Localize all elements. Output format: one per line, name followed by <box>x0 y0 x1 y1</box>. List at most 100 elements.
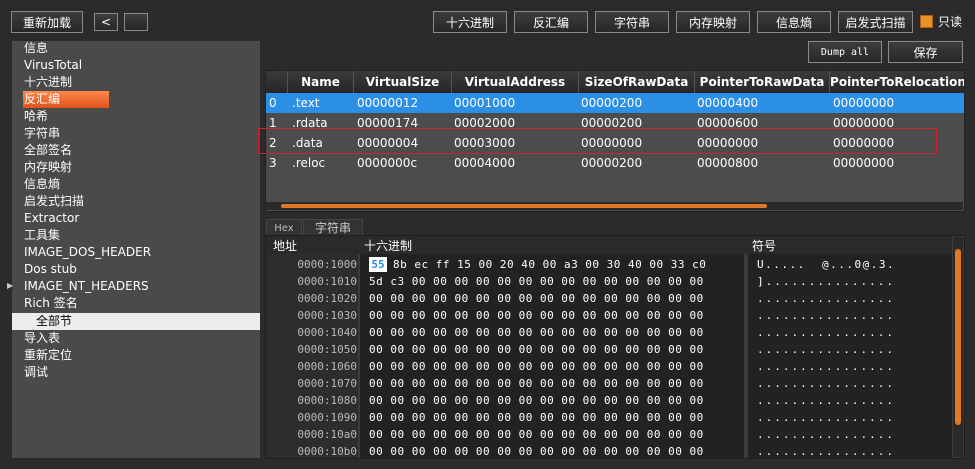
hex-row[interactable]: 00 00 00 00 00 00 00 00 00 00 00 00 00 0… <box>369 307 704 324</box>
tab-strings[interactable]: 字符串 <box>595 11 669 33</box>
hex-row[interactable]: 00 00 00 00 00 00 00 00 00 00 00 00 00 0… <box>369 443 704 460</box>
sidebar-item-hex[interactable]: 十六进制 <box>23 74 72 91</box>
address-header: 地址 <box>273 239 298 253</box>
column-header-virtualaddress[interactable]: VirtualAddress <box>452 71 579 93</box>
sidebar-item-heuristic-scan[interactable]: 启发式扫描 <box>23 193 84 210</box>
address-cell: 0000:1060 <box>297 360 357 373</box>
symbol-row[interactable]: ................ <box>757 409 895 426</box>
address-cell: 0000:1030 <box>297 309 357 322</box>
tab-hex-view[interactable]: Hex <box>266 219 302 236</box>
symbol-row[interactable]: ................ <box>757 290 895 307</box>
table-cell: 00000400 <box>697 96 759 110</box>
hex-cursor-byte[interactable]: 55 <box>369 257 387 272</box>
sidebar-item-sections[interactable]: 全部节 <box>12 313 260 330</box>
hex-row[interactable]: 00 00 00 00 00 00 00 00 00 00 00 00 00 0… <box>369 358 704 375</box>
table-cell: 0000000c <box>357 156 418 170</box>
highlight-box <box>258 128 937 154</box>
vertical-scrollbar[interactable] <box>953 237 963 457</box>
symbol-row[interactable]: ................ <box>757 307 895 324</box>
symbol-row[interactable]: ................ <box>757 341 895 358</box>
sidebar-item-signatures[interactable]: 全部签名 <box>23 142 72 159</box>
sidebar-item-strings[interactable]: 字符串 <box>23 125 60 142</box>
hex-row[interactable]: 00 00 00 00 00 00 00 00 00 00 00 00 00 0… <box>369 324 704 341</box>
sidebar-item-relocations[interactable]: 重新定位 <box>23 347 72 364</box>
scrollbar-thumb[interactable] <box>281 204 767 208</box>
expand-arrow-icon[interactable]: ▶ <box>7 281 13 290</box>
column-header-index[interactable] <box>266 71 288 93</box>
tab-entropy[interactable]: 信息熵 <box>757 11 831 33</box>
symbol-row[interactable]: ................ <box>757 392 895 409</box>
column-header-virtualsize[interactable]: VirtualSize <box>354 71 452 93</box>
tab-memory-map[interactable]: 内存映射 <box>676 11 750 33</box>
address-cell: 0000:1090 <box>297 411 357 424</box>
hex-row[interactable]: 8b ec ff 15 00 20 40 00 a3 00 30 40 00 3… <box>393 256 706 273</box>
table-cell: 00000200 <box>581 156 643 170</box>
reload-button[interactable]: 重新加载 <box>11 11 83 33</box>
column-header-sizeofrawdata[interactable]: SizeOfRawData <box>579 71 695 93</box>
sidebar-item-dos-stub[interactable]: Dos stub <box>23 261 77 278</box>
dump-all-button[interactable]: Dump all <box>808 41 882 63</box>
hex-row[interactable]: 00 00 00 00 00 00 00 00 00 00 00 00 00 0… <box>369 375 704 392</box>
tab-disassembly[interactable]: 反汇编 <box>514 11 588 33</box>
sidebar-item-dos-header[interactable]: IMAGE_DOS_HEADER <box>23 244 151 261</box>
symbol-row[interactable]: ................ <box>757 324 895 341</box>
tab-heuristic-scan[interactable]: 启发式扫描 <box>838 11 913 33</box>
sidebar-item-disassembly[interactable]: 反汇编 <box>23 91 109 108</box>
table-cell: 3 <box>269 156 277 170</box>
scrollbar-thumb[interactable] <box>955 249 961 425</box>
tab-string-view[interactable]: 字符串 <box>303 219 363 236</box>
sidebar-item-imports[interactable]: 导入表 <box>23 330 60 347</box>
column-header-pointertorawdata[interactable]: PointerToRawData <box>695 71 830 93</box>
sidebar-item-virustotal[interactable]: VirusTotal <box>23 57 82 74</box>
address-cell: 0000:10b0 <box>297 445 357 458</box>
hex-row[interactable]: 5d c3 00 00 00 00 00 00 00 00 00 00 00 0… <box>369 273 704 290</box>
horizontal-scrollbar[interactable] <box>266 202 963 210</box>
hex-row[interactable]: 00 00 00 00 00 00 00 00 00 00 00 00 00 0… <box>369 409 704 426</box>
sidebar-item-tools[interactable]: 工具集 <box>23 227 60 244</box>
table-cell: .reloc <box>292 156 326 170</box>
column-header-pointertorelocation[interactable]: PointerToRelocation <box>830 71 964 93</box>
hex-header: 十六进制 <box>364 239 413 253</box>
column-header-name[interactable]: Name <box>288 71 354 93</box>
sidebar-item-debug[interactable]: 调试 <box>23 364 48 381</box>
readonly-checkbox[interactable] <box>920 15 933 28</box>
symbol-row[interactable]: ................ <box>757 375 895 392</box>
sidebar-item-memory-map[interactable]: 内存映射 <box>23 159 72 176</box>
sidebar-item-extractor[interactable]: Extractor <box>23 210 79 227</box>
hex-row[interactable]: 00 00 00 00 00 00 00 00 00 00 00 00 00 0… <box>369 392 704 409</box>
table-row[interactable]: 3 .reloc 0000000c 00004000 00000200 0000… <box>266 153 964 173</box>
address-cell: 0000:1020 <box>297 292 357 305</box>
table-cell: 0 <box>269 96 277 110</box>
save-button[interactable]: 保存 <box>888 41 963 63</box>
symbol-row[interactable]: U..... @...0@.3. <box>757 256 895 273</box>
hex-row[interactable]: 00 00 00 00 00 00 00 00 00 00 00 00 00 0… <box>369 290 704 307</box>
address-cell: 0000:1000 <box>297 258 357 271</box>
sidebar-item-info[interactable]: 信息 <box>23 40 48 57</box>
table-cell: 00000012 <box>357 96 419 110</box>
sidebar-item-entropy[interactable]: 信息熵 <box>23 176 60 193</box>
back-button[interactable]: < <box>94 13 118 31</box>
symbol-row[interactable]: ................ <box>757 426 895 443</box>
address-cell: 0000:1010 <box>297 275 357 288</box>
address-cell: 0000:1080 <box>297 394 357 407</box>
table-row[interactable]: 0 .text 00000012 00001000 00000200 00000… <box>266 93 964 113</box>
address-cell: 0000:1050 <box>297 343 357 356</box>
tab-hex[interactable]: 十六进制 <box>433 11 507 33</box>
sidebar-item-hash[interactable]: 哈希 <box>23 108 48 125</box>
symbol-row[interactable]: ................ <box>757 443 895 460</box>
sidebar-item-rich-signature[interactable]: Rich 签名 <box>23 295 78 312</box>
sidebar-item-nt-headers[interactable]: IMAGE_NT_HEADERS <box>23 278 149 295</box>
table-cell: 00000800 <box>697 156 759 170</box>
forward-button[interactable] <box>124 13 148 31</box>
readonly-label: 只读 <box>938 15 963 29</box>
table-cell: 00001000 <box>454 96 516 110</box>
table-cell: 00000000 <box>833 96 895 110</box>
table-cell: 00004000 <box>454 156 516 170</box>
symbol-row[interactable]: ]............... <box>757 273 895 290</box>
address-cell: 0000:1040 <box>297 326 357 339</box>
table-cell: 00000000 <box>833 156 895 170</box>
hex-row[interactable]: 00 00 00 00 00 00 00 00 00 00 00 00 00 0… <box>369 426 704 443</box>
symbol-header: 符号 <box>752 239 777 253</box>
hex-row[interactable]: 00 00 00 00 00 00 00 00 00 00 00 00 00 0… <box>369 341 704 358</box>
symbol-row[interactable]: ................ <box>757 358 895 375</box>
